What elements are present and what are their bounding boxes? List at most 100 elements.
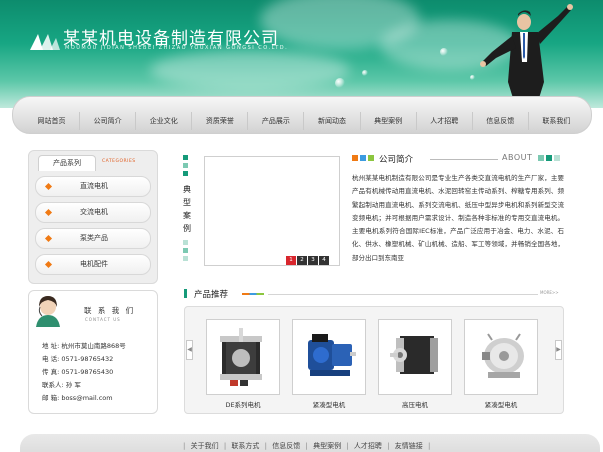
nav-item-home[interactable]: 网站首页	[24, 112, 79, 130]
pager-button-4[interactable]: 4	[319, 256, 329, 265]
separator: |	[427, 442, 431, 450]
category-item-label: 交流电机	[80, 208, 108, 216]
nav-item-contact[interactable]: 联系我们	[527, 112, 584, 130]
case-slideshow[interactable]	[204, 156, 340, 266]
divider	[430, 159, 498, 160]
decor-square	[183, 240, 188, 245]
contact-person: 联系人: 孙 军	[42, 381, 81, 389]
bubble-decoration	[335, 78, 345, 88]
separator: |	[346, 442, 349, 450]
contact-address: 地 址: 杭州市莫山南路868号	[42, 342, 126, 350]
slideshow-pager: 1 2 3 4	[285, 256, 329, 265]
cases-title: 典型案例	[183, 185, 191, 233]
contact-header: 联 系 我 们 CONTACT US	[30, 291, 156, 331]
contact-phone: 电 话: 0571-98765432	[42, 355, 114, 363]
footer-link-about[interactable]: 关于我们	[191, 442, 219, 450]
bullet-icon	[44, 260, 53, 269]
nav-item-feedback[interactable]: 信息反馈	[471, 112, 528, 130]
category-title-en: CATEGORIES	[102, 159, 136, 164]
decor-square	[546, 155, 552, 161]
decor-square	[368, 155, 374, 161]
pager-button-2[interactable]: 2	[297, 256, 307, 265]
logo-icon	[30, 34, 60, 50]
divider	[268, 294, 538, 295]
customer-service-avatar	[36, 296, 60, 327]
category-item-label: 泵类产品	[80, 234, 108, 242]
bullet-icon	[44, 234, 53, 243]
nav-item-products[interactable]: 产品展示	[247, 112, 303, 130]
contact-info: 地 址: 杭州市莫山南路868号 电 话: 0571-98765432 传 真:…	[42, 340, 157, 405]
category-list: 直流电机 交流电机 泵类产品 电机配件	[35, 176, 151, 280]
decor-bar	[184, 289, 187, 298]
businessman-image	[480, 4, 573, 108]
category-item-label: 电机配件	[80, 260, 108, 268]
decor-square	[538, 155, 544, 161]
about-text: 杭州某某电机制造有限公司是专业生产各类交直流电机的生产厂家，主要产品有机械传动用…	[352, 174, 564, 262]
decor-square	[183, 155, 188, 160]
cloud-decoration	[150, 50, 350, 90]
about-header: 公司简介 ABOUT	[352, 153, 562, 165]
bubble-decoration	[362, 70, 368, 76]
recommend-header: 产品推荐 MORE>>	[184, 287, 562, 301]
stepper-motor-image	[220, 328, 262, 386]
nav-item-company-profile[interactable]: 公司简介	[79, 112, 135, 130]
bullet-icon	[44, 208, 53, 217]
separator: |	[264, 442, 268, 450]
product-name: DE系列电机	[225, 401, 261, 409]
nav-item-honors[interactable]: 资质荣誉	[191, 112, 247, 130]
scroll-right-arrow[interactable]: ▶	[555, 340, 562, 360]
about-title: 公司简介	[379, 155, 414, 165]
category-item-ac-motor[interactable]: 交流电机	[35, 202, 151, 223]
separator: |	[387, 442, 390, 450]
category-item-label: 直流电机	[80, 182, 108, 190]
footer-link-friends[interactable]: 友情链接	[395, 442, 423, 450]
decor-square	[183, 163, 188, 168]
product-name: 紧凑型电机	[484, 401, 518, 409]
category-item-motor-parts[interactable]: 电机配件	[35, 254, 151, 275]
bubble-decoration	[470, 75, 475, 80]
product-card-de-motor[interactable]	[206, 319, 280, 395]
separator: |	[223, 442, 227, 450]
decor-square	[360, 155, 366, 161]
decor-square	[352, 155, 358, 161]
nav-item-news[interactable]: 新闻动态	[303, 112, 359, 130]
pager-button-1[interactable]: 1	[286, 256, 296, 265]
category-item-pumps[interactable]: 泵类产品	[35, 228, 151, 249]
category-tab: 产品系列 CATEGORIES	[38, 155, 148, 171]
footer-link-cases[interactable]: 典型案例	[313, 442, 341, 450]
nav-item-jobs[interactable]: 人才招聘	[415, 112, 472, 130]
product-name: 高压电机	[402, 401, 428, 409]
decor-square	[554, 155, 560, 161]
contact-title: 联 系 我 们	[84, 306, 136, 315]
product-card-high-voltage-motor[interactable]	[378, 319, 452, 395]
bullet-icon	[44, 182, 53, 191]
category-title: 产品系列	[38, 155, 96, 171]
footer-link-contact[interactable]: 联系方式	[231, 442, 259, 450]
product-card-compact-motor[interactable]	[292, 319, 366, 395]
separator: |	[305, 442, 308, 450]
scroll-left-arrow[interactable]: ◀	[186, 340, 193, 360]
high-voltage-motor-image	[390, 336, 438, 374]
pager-button-3[interactable]: 3	[308, 256, 318, 265]
recommend-title: 产品推荐	[194, 290, 229, 300]
gear-motor-image	[308, 334, 356, 376]
decor-color-strip	[242, 293, 264, 295]
bubble-decoration	[440, 48, 448, 56]
product-name: 紧凑型电机	[312, 401, 346, 409]
nav-item-cases[interactable]: 典型案例	[359, 112, 416, 130]
product-card-compact-motor-2[interactable]	[464, 319, 538, 395]
site-header: 某某机电设备制造有限公司 MOUMOU JIDIAN SHEBEI ZHIZAO…	[0, 0, 603, 108]
contact-email: 邮 箱: boss@mail.com	[42, 394, 113, 402]
separator: |	[183, 442, 186, 450]
nav-item-culture[interactable]: 企业文化	[135, 112, 191, 130]
category-item-dc-motor[interactable]: 直流电机	[35, 176, 151, 197]
more-link[interactable]: MORE>>	[540, 290, 559, 295]
decor-square	[183, 171, 188, 176]
about-title-en: ABOUT	[502, 153, 533, 162]
footer-links: | 关于我们 | 联系方式 | 信息反馈 | 典型案例 | 人才招聘 | 友情链…	[180, 441, 433, 451]
decor-square	[183, 248, 188, 253]
footer-link-jobs[interactable]: 人才招聘	[354, 442, 382, 450]
footer-link-feedback[interactable]: 信息反馈	[272, 442, 300, 450]
contact-title-en: CONTACT US	[85, 317, 121, 322]
company-name-en: MOUMOU JIDIAN SHEBEI ZHIZAO YOUXIAN GONG…	[65, 45, 289, 51]
